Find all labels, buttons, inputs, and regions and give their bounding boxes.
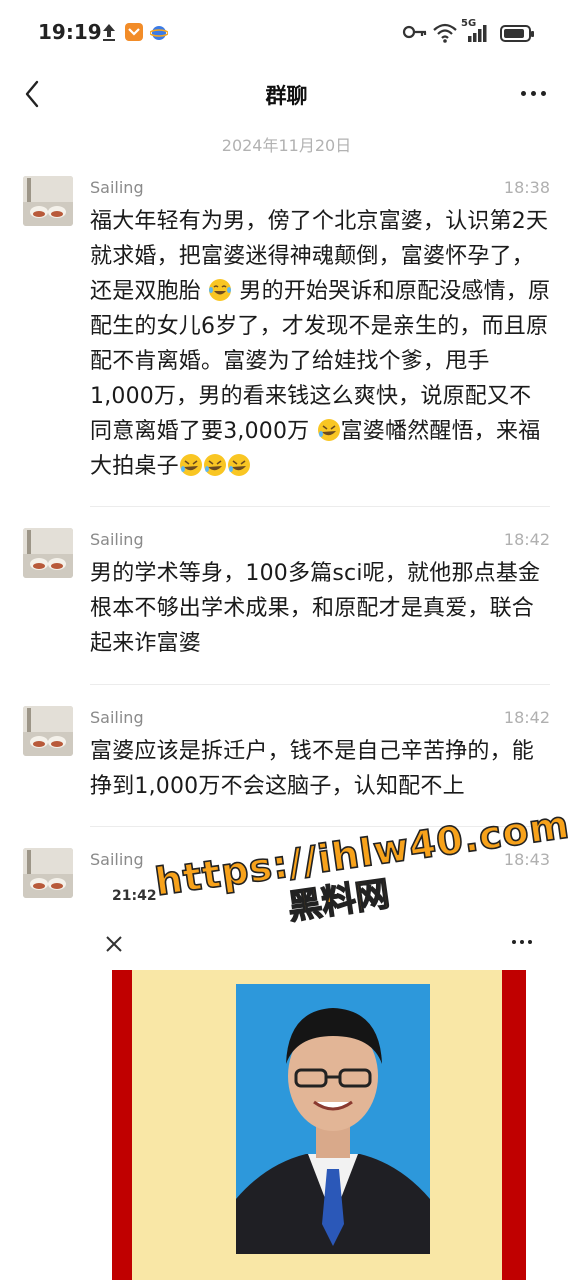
upload-icon — [103, 24, 115, 41]
status-bar: 19:19 5G — [0, 0, 573, 66]
signal-icon — [468, 25, 487, 42]
shield-app-icon — [125, 23, 143, 41]
sender-name: Sailing — [90, 178, 144, 197]
laughing-tears-emoji-icon — [209, 279, 232, 301]
sender-name: Sailing — [90, 708, 144, 727]
embedded-status-time: 21:42 — [112, 888, 157, 904]
message-image[interactable]: 21:42 — [90, 876, 552, 1280]
page-title: 群聊 — [265, 84, 308, 108]
rolling-laughing-emoji-icon — [179, 454, 202, 476]
avatar[interactable] — [23, 848, 73, 898]
message-text[interactable]: 福大年轻有为男，傍了个北京富婆，认识第2天就求婚，把富婆迷得神魂颠倒，富婆怀孕了… — [90, 204, 552, 484]
wifi-icon — [433, 23, 457, 43]
more-dots-icon — [520, 90, 526, 96]
sender-name: Sailing — [90, 850, 144, 869]
more-dots-icon — [512, 940, 532, 944]
message-divider — [90, 506, 550, 507]
date-separator: 2024年11月20日 — [221, 136, 352, 155]
rolling-laughing-emoji-icon — [317, 419, 340, 441]
message-time: 18:42 — [503, 530, 550, 549]
status-time: 19:19 — [38, 20, 102, 44]
message-text[interactable]: 富婆应该是拆迁户，钱不是自己辛苦挣的，能挣到1,000万不会这脑子，认知配不上 — [90, 734, 552, 804]
message-divider — [90, 684, 550, 685]
nav-bar: 群聊 — [0, 66, 573, 122]
browser-app-icon — [150, 26, 168, 40]
avatar[interactable] — [23, 528, 73, 578]
message-time: 18:38 — [503, 178, 550, 197]
rolling-laughing-emoji-icon — [203, 454, 226, 476]
message-time: 18:42 — [503, 708, 550, 727]
certificate-frame — [112, 970, 526, 1280]
avatar[interactable] — [23, 706, 73, 756]
message-text[interactable]: 男的学术等身，100多篇sci呢，就他那点基金根本不够出学术成果，和原配才是真爱… — [90, 556, 552, 661]
battery-icon — [500, 25, 534, 42]
message-time: 18:43 — [503, 850, 550, 869]
more-options-button[interactable] — [515, 78, 551, 108]
message-divider — [90, 826, 550, 827]
sender-name: Sailing — [90, 530, 144, 549]
close-icon — [106, 936, 122, 952]
rolling-laughing-emoji-icon — [227, 454, 250, 476]
avatar[interactable] — [23, 176, 73, 226]
id-photo — [236, 984, 430, 1254]
key-icon — [402, 25, 427, 39]
